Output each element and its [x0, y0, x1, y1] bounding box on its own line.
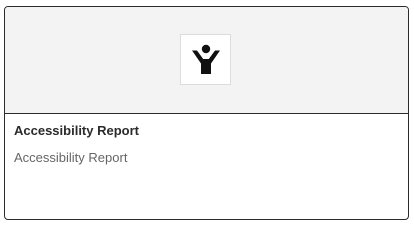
card-media [5, 7, 408, 114]
card-description: Accessibility Report [14, 150, 128, 165]
accessibility-report-card[interactable]: Accessibility Report Accessibility Repor… [4, 6, 409, 220]
accessibility-person-icon [180, 34, 231, 85]
card-body: Accessibility Report Accessibility Repor… [5, 114, 408, 166]
card-title: Accessibility Report [14, 123, 139, 138]
